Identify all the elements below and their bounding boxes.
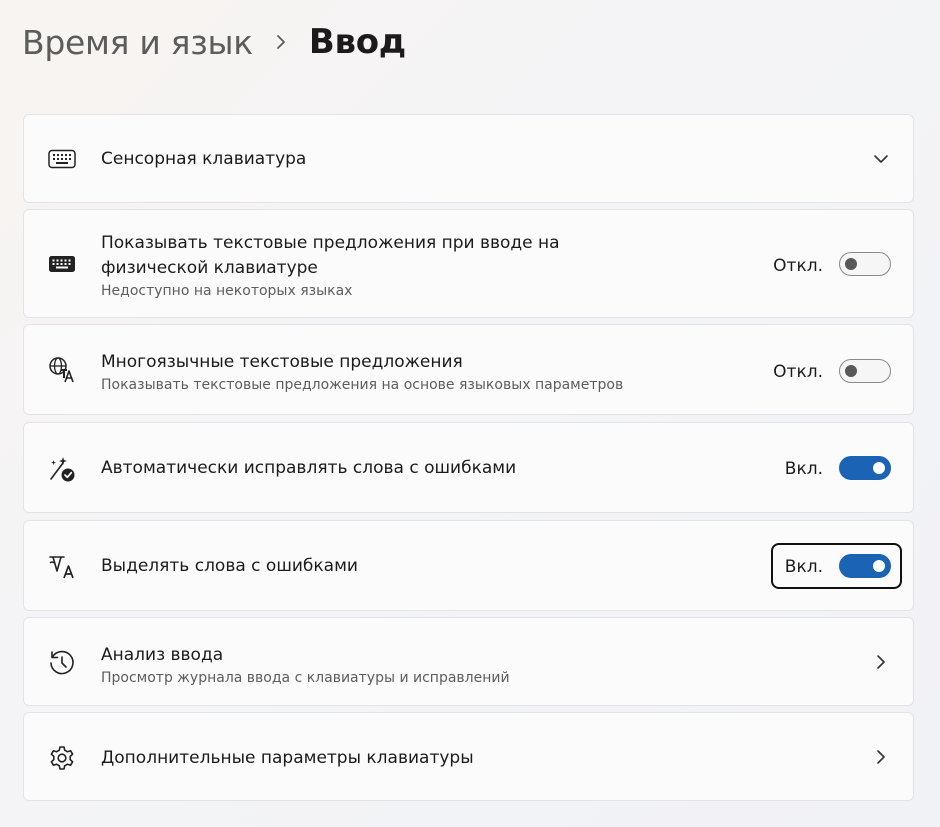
multilingual-suggestions-toggle[interactable]	[839, 359, 891, 383]
toggle-knob	[845, 365, 857, 377]
toggle-knob	[845, 258, 857, 270]
setting-touch-keyboard[interactable]: Сенсорная клавиатура	[23, 114, 914, 203]
spellcheck-icon	[47, 551, 77, 581]
history-icon	[47, 648, 77, 678]
setting-multilingual-suggestions: Многоязычные текстовые предложения Показ…	[23, 324, 914, 415]
autocorrect-icon	[47, 453, 77, 483]
setting-title: Автоматически исправлять слова с ошибкам…	[101, 458, 517, 478]
setting-autocorrect: Автоматически исправлять слова с ошибкам…	[23, 422, 914, 513]
setting-typing-insights[interactable]: Анализ ввода Просмотр журнала ввода с кл…	[23, 617, 914, 706]
autocorrect-toggle[interactable]	[839, 456, 891, 480]
setting-subtitle: Просмотр журнала ввода с клавиатуры и ис…	[101, 670, 510, 686]
gear-icon	[47, 743, 77, 773]
setting-highlight-misspelled: Выделять слова с ошибками Вкл.	[23, 520, 914, 611]
breadcrumb-parent[interactable]: Время и язык	[22, 23, 253, 62]
toggle-state-label: Откл.	[773, 256, 823, 276]
setting-title: Дополнительные параметры клавиатуры	[101, 748, 474, 768]
chevron-right-icon[interactable]	[871, 652, 891, 672]
toggle-state-label: Вкл.	[784, 557, 823, 577]
touch-keyboard-icon	[47, 144, 77, 174]
setting-title: Многоязычные текстовые предложения	[101, 352, 463, 372]
breadcrumb: Время и язык Ввод	[22, 14, 406, 70]
multilingual-icon	[47, 355, 77, 385]
toggle-state-label: Откл.	[773, 362, 823, 382]
setting-title: Анализ ввода	[101, 645, 224, 665]
setting-subtitle: Показывать текстовые предложения на осно…	[101, 377, 624, 393]
toggle-knob	[873, 462, 885, 474]
setting-title: Сенсорная клавиатура	[101, 149, 307, 169]
setting-title: Показывать текстовые предложения при вво…	[101, 233, 560, 278]
setting-physical-keyboard-suggestions: Показывать текстовые предложения при вво…	[23, 209, 914, 318]
toggle-knob	[873, 560, 885, 572]
setting-advanced-keyboard[interactable]: Дополнительные параметры клавиатуры	[23, 712, 914, 801]
keyboard-icon	[47, 249, 77, 279]
highlight-misspelled-toggle[interactable]	[839, 554, 891, 578]
toggle-state-label: Вкл.	[784, 459, 823, 479]
setting-title: Выделять слова с ошибками	[101, 556, 358, 576]
setting-subtitle: Недоступно на некоторых языках	[101, 283, 353, 299]
chevron-down-icon[interactable]	[871, 149, 891, 169]
physical-keyboard-suggestions-toggle[interactable]	[839, 252, 891, 276]
chevron-right-icon	[253, 22, 309, 62]
chevron-right-icon[interactable]	[871, 747, 891, 767]
page-title: Ввод	[308, 22, 406, 62]
